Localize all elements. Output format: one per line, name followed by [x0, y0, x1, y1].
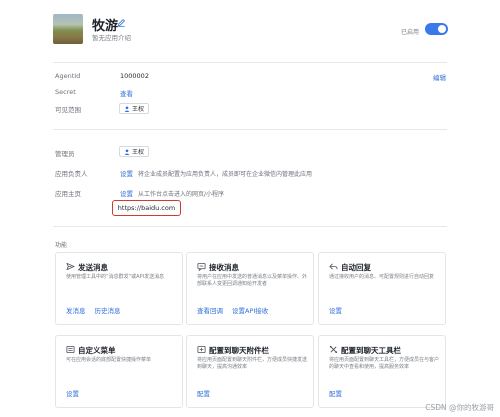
toolbar-config-link[interactable]: 配置 — [329, 388, 342, 398]
divider — [53, 129, 447, 130]
owner-set-link[interactable]: 设置 — [120, 168, 133, 178]
card-description: 将用户在应用中发送的普通消息以及菜单操作、外部联系人变更回调通知给开发者 — [197, 274, 308, 287]
feature-card-auto-reply: 自动回复 通过接收用户的消息、可配置规则进行自动回复 设置 — [318, 252, 446, 325]
feature-card-chat-attachment: 配置到聊天附件栏 将应用页面配置到聊天附件栏，方便成员快捷发送到聊天，提高沟通效… — [186, 335, 314, 408]
card-title: 配置到聊天附件栏 — [209, 346, 269, 355]
scope-person-name: 王权 — [132, 106, 145, 113]
feature-card-receive-message: 接收消息 将用户在应用中发送的普通消息以及菜单操作、外部联系人变更回调通知给开发… — [186, 252, 314, 325]
card-description: 可在应用会话的底部配置快捷操作菜单 — [66, 357, 152, 363]
edit-icon[interactable] — [117, 18, 126, 27]
message-icon — [197, 262, 206, 271]
card-description: 将应用页面配置到聊天工具栏，方便成员在与客户的聊天中查看和使用，提高服务效率 — [329, 357, 440, 370]
view-callback-link[interactable]: 查看回调 — [197, 305, 223, 315]
agentid-value: 1000002 — [120, 72, 149, 80]
enable-toggle[interactable] — [425, 23, 448, 35]
manager-label: 管理员 — [55, 150, 75, 158]
secret-view-link[interactable]: 查看 — [120, 88, 133, 98]
card-title: 自动回复 — [341, 263, 371, 272]
watermark: CSDN @你的牧游哥 — [425, 403, 494, 412]
attachment-config-link[interactable]: 配置 — [197, 388, 210, 398]
feature-card-custom-menu: 自定义菜单 可在应用会话的底部配置快捷操作菜单 设置 — [55, 335, 183, 408]
menu-icon — [66, 345, 75, 354]
manager-person-name: 王权 — [132, 149, 145, 156]
set-api-receive-link[interactable]: 设置API接收 — [232, 305, 268, 315]
send-message-link[interactable]: 发消息 — [66, 305, 86, 315]
divider — [53, 62, 447, 63]
homepage-url[interactable]: https://baidu.com — [112, 200, 181, 216]
card-title: 接收消息 — [209, 263, 239, 272]
homepage-set-link[interactable]: 设置 — [120, 188, 133, 198]
scope-label: 可见范围 — [55, 106, 81, 114]
homepage-hint: 从工作台点击进入的网页/小程序 — [138, 190, 225, 198]
card-title: 发送消息 — [78, 263, 108, 272]
card-description: 将应用页面配置到聊天附件栏，方便成员快捷发送到聊天，提高沟通效率 — [197, 357, 308, 370]
scope-person-chip[interactable]: 王权 — [119, 103, 150, 114]
edit-button[interactable]: 编辑 — [433, 72, 446, 82]
card-title: 自定义菜单 — [78, 346, 116, 355]
agentid-label: AgentId — [55, 72, 81, 80]
custom-menu-settings-link[interactable]: 设置 — [66, 388, 79, 398]
toolbar-icon — [329, 345, 338, 354]
card-description: 使用管理工具中的“消息群发”或API发送消息 — [66, 274, 165, 280]
divider — [53, 226, 447, 227]
feature-card-send-message: 发送消息 使用管理工具中的“消息群发”或API发送消息 发消息 历史消息 — [55, 252, 183, 325]
card-description: 通过接收用户的消息、可配置规则进行自动回复 — [329, 274, 435, 280]
auto-reply-settings-link[interactable]: 设置 — [329, 305, 342, 315]
attachment-icon — [197, 345, 206, 354]
app-description: 暂无应用介绍 — [92, 34, 131, 42]
app-logo — [53, 14, 83, 44]
owner-hint: 将企业成员配置为应用负责人，成员即可在企业微信内管理此应用 — [138, 170, 313, 178]
card-title: 配置到聊天工具栏 — [341, 346, 401, 355]
person-icon — [124, 106, 130, 112]
message-history-link[interactable]: 历史消息 — [95, 305, 121, 315]
reply-icon — [329, 263, 338, 270]
person-icon — [124, 149, 130, 155]
feature-card-chat-toolbar: 配置到聊天工具栏 将应用页面配置到聊天工具栏，方便成员在与客户的聊天中查看和使用… — [318, 335, 446, 408]
owner-label: 应用负责人 — [55, 170, 88, 178]
homepage-label: 应用主页 — [55, 190, 81, 198]
manager-person-chip[interactable]: 王权 — [119, 146, 150, 157]
send-icon — [66, 262, 75, 271]
status-label: 已启用 — [401, 29, 420, 36]
secret-label: Secret — [55, 88, 76, 96]
features-title: 功能 — [55, 242, 68, 249]
